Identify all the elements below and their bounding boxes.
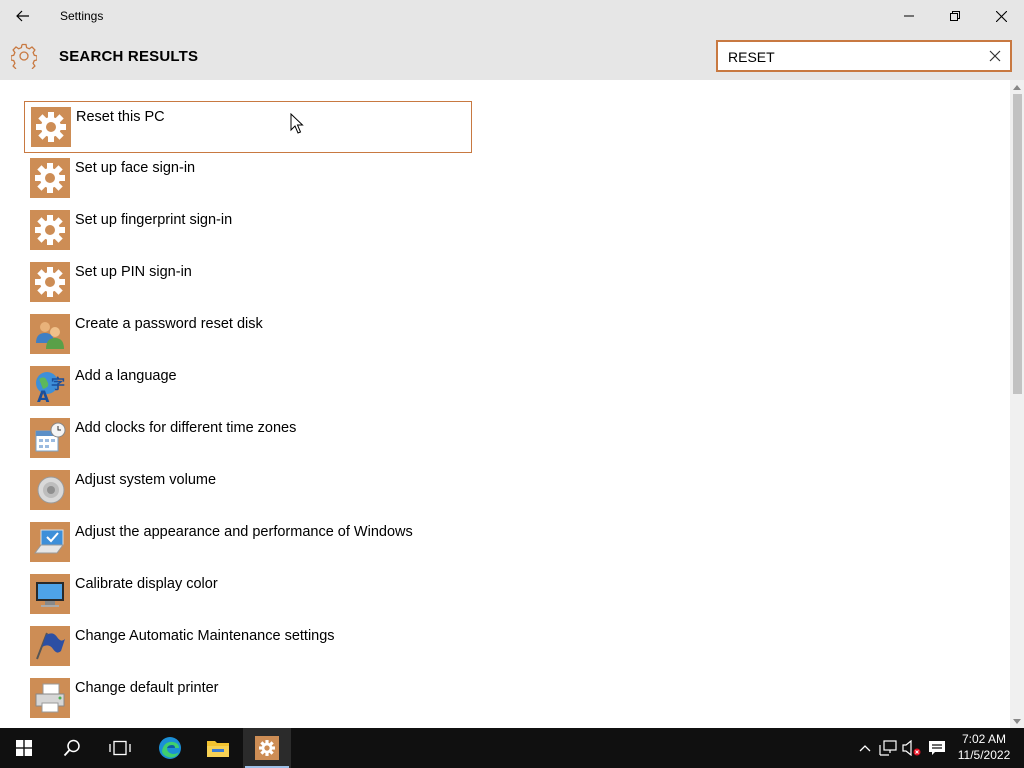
settings-gear-icon bbox=[11, 43, 37, 69]
speaker-icon bbox=[30, 470, 70, 510]
user-accounts-icon bbox=[30, 314, 70, 354]
language-icon: A 字 bbox=[30, 366, 70, 406]
result-label: Set up fingerprint sign-in bbox=[75, 212, 233, 228]
result-label: Calibrate display color bbox=[75, 576, 218, 592]
result-label: Adjust system volume bbox=[75, 472, 217, 488]
back-arrow-icon bbox=[16, 10, 29, 22]
taskbar-clock[interactable]: 7:02 AM 11/5/2022 bbox=[952, 731, 1016, 763]
start-button[interactable] bbox=[0, 728, 48, 768]
result-fingerprint-sign-in[interactable]: Set up fingerprint sign-in bbox=[24, 205, 472, 257]
result-label: Reset this PC bbox=[76, 109, 165, 125]
calendar-clock-icon bbox=[30, 418, 70, 458]
result-label: Change Automatic Maintenance settings bbox=[75, 628, 335, 644]
result-label: Add clocks for different time zones bbox=[75, 420, 297, 436]
network-tray-button[interactable] bbox=[878, 738, 898, 758]
result-calibrate-display[interactable]: Calibrate display color bbox=[24, 569, 472, 621]
chevron-up-icon bbox=[1013, 84, 1021, 90]
gear-icon bbox=[31, 107, 71, 147]
gear-icon bbox=[30, 262, 70, 302]
result-appearance-performance[interactable]: Adjust the appearance and performance of… bbox=[24, 517, 472, 569]
settings-gear-icon bbox=[255, 736, 279, 760]
window-title: Settings bbox=[60, 9, 104, 23]
task-view-icon bbox=[109, 740, 131, 756]
results-scrollbar[interactable] bbox=[1010, 80, 1024, 728]
svg-text:A: A bbox=[37, 387, 50, 403]
chevron-up-icon bbox=[859, 745, 871, 752]
restore-button[interactable] bbox=[932, 0, 978, 32]
result-face-sign-in[interactable]: Set up face sign-in bbox=[24, 153, 472, 205]
task-view-button[interactable] bbox=[96, 728, 144, 768]
result-label: Create a password reset disk bbox=[75, 316, 263, 332]
result-label: Set up face sign-in bbox=[75, 160, 196, 176]
monitor-icon bbox=[30, 574, 70, 614]
close-button[interactable] bbox=[978, 0, 1024, 32]
result-label: Change default printer bbox=[75, 680, 219, 696]
search-icon bbox=[63, 739, 80, 757]
result-pin-sign-in[interactable]: Set up PIN sign-in bbox=[24, 257, 472, 309]
close-icon bbox=[995, 10, 1007, 22]
title-bar: Settings bbox=[0, 0, 1024, 32]
minimize-icon bbox=[904, 15, 914, 17]
result-default-printer[interactable]: Change default printer bbox=[24, 673, 472, 725]
result-automatic-maintenance[interactable]: Change Automatic Maintenance settings bbox=[24, 621, 472, 673]
svg-text:字: 字 bbox=[51, 376, 65, 393]
maintenance-flag-icon bbox=[30, 626, 70, 666]
show-hidden-icons-button[interactable] bbox=[855, 738, 875, 758]
windows-logo-icon bbox=[16, 740, 32, 756]
action-center-button[interactable] bbox=[927, 738, 947, 758]
volume-muted-icon bbox=[902, 740, 921, 756]
taskbar: 7:02 AM 11/5/2022 bbox=[0, 728, 1024, 768]
back-button[interactable] bbox=[0, 0, 46, 32]
search-input[interactable] bbox=[728, 47, 978, 67]
result-password-reset-disk[interactable]: Create a password reset disk bbox=[24, 309, 472, 361]
notification-icon bbox=[929, 741, 945, 755]
page-title: SEARCH RESULTS bbox=[59, 48, 199, 65]
network-icon bbox=[879, 740, 897, 756]
clock-date: 11/5/2022 bbox=[957, 748, 1011, 762]
gear-icon bbox=[30, 158, 70, 198]
scroll-up-button[interactable] bbox=[1010, 80, 1024, 94]
page-header: SEARCH RESULTS bbox=[0, 32, 1024, 80]
volume-tray-button[interactable] bbox=[902, 738, 922, 758]
result-add-clocks[interactable]: Add clocks for different time zones bbox=[24, 413, 472, 465]
clock-time: 7:02 AM bbox=[961, 732, 1007, 746]
chevron-down-icon bbox=[1013, 718, 1021, 724]
taskbar-settings[interactable] bbox=[243, 728, 291, 768]
result-label: Set up PIN sign-in bbox=[75, 264, 192, 280]
scroll-down-button[interactable] bbox=[1010, 714, 1024, 728]
result-adjust-volume[interactable]: Adjust system volume bbox=[24, 465, 472, 517]
search-results-list: Reset this PC Set up face sign-in Set up… bbox=[0, 80, 1010, 728]
laptop-check-icon bbox=[30, 522, 70, 562]
restore-icon bbox=[950, 11, 960, 21]
taskbar-edge[interactable] bbox=[146, 728, 194, 768]
gear-icon bbox=[30, 210, 70, 250]
printer-icon bbox=[30, 678, 70, 718]
result-reset-this-pc[interactable]: Reset this PC bbox=[24, 101, 472, 153]
mouse-cursor-icon bbox=[290, 113, 304, 134]
result-add-language[interactable]: A 字 Add a language bbox=[24, 361, 472, 413]
search-box[interactable] bbox=[716, 40, 1012, 72]
taskbar-search-button[interactable] bbox=[48, 728, 96, 768]
clear-search-icon[interactable] bbox=[988, 49, 1002, 63]
folder-icon bbox=[207, 741, 229, 757]
scroll-thumb[interactable] bbox=[1013, 94, 1022, 394]
taskbar-file-explorer[interactable] bbox=[194, 728, 242, 768]
result-label: Add a language bbox=[75, 368, 177, 384]
edge-browser-icon bbox=[159, 737, 181, 759]
result-label: Adjust the appearance and performance of… bbox=[75, 524, 413, 540]
minimize-button[interactable] bbox=[886, 0, 932, 32]
